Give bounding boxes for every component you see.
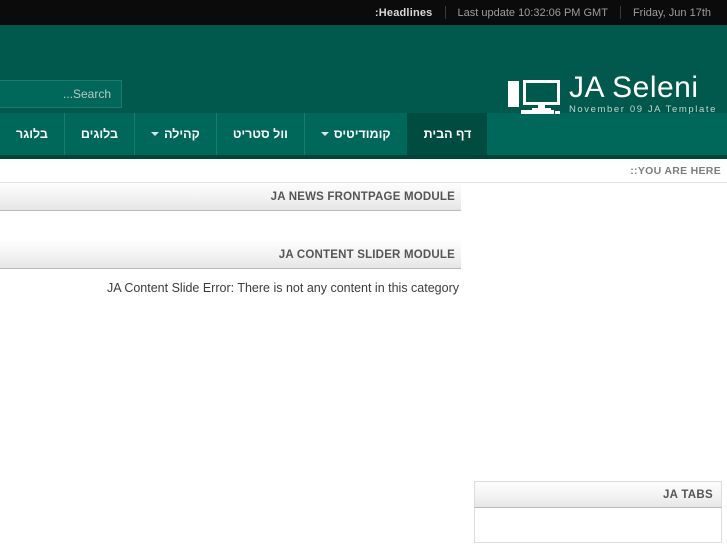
module-body <box>0 211 461 233</box>
headlines-label: :Headlines <box>374 6 433 19</box>
chevron-down-icon <box>320 132 329 136</box>
nav-item-3[interactable]: קהילה <box>134 113 216 155</box>
last-update-label: Last update 10:32:06 PM GMT <box>457 6 608 19</box>
breadcrumb: ::YOU ARE HERE <box>630 164 721 177</box>
module-header: JA NEWS FRONTPAGE MODULE <box>0 183 461 211</box>
logo-tagline: November 09 JA Template <box>568 104 717 115</box>
chevron-down-icon <box>151 132 160 136</box>
nav-item-label: דף הבית <box>423 127 472 141</box>
module-ja-content-slider: JA CONTENT SLIDER MODULE JA Content Slid… <box>0 241 461 305</box>
nav-item-4[interactable]: בלוגים <box>63 113 134 155</box>
search-box[interactable] <box>0 80 122 108</box>
top-bar-inner: :Headlines Last update 10:32:06 PM GMT F… <box>363 0 713 25</box>
module-body: JA Content Slide Error: There is not any… <box>0 269 461 305</box>
current-date-label: Friday, Jun 17th <box>632 6 711 19</box>
content-slider-error-text: JA Content Slide Error: There is not any… <box>106 281 459 295</box>
ja-tabs-header: JA TABS <box>474 481 722 508</box>
logo-title: JA Seleni <box>568 71 699 104</box>
nav-item-label: קומודיטיס <box>333 127 391 141</box>
nav-item-5[interactable]: בלוגר <box>0 113 64 155</box>
site-header: JA Seleni November 09 JA Template <box>0 25 727 115</box>
logo-text-block: JA Seleni November 09 JA Template <box>569 73 717 117</box>
module-ja-tabs: JA TABS <box>474 481 722 543</box>
module-title: JA CONTENT SLIDER MODULE <box>278 248 455 261</box>
search-input[interactable] <box>0 87 115 101</box>
nav-item-label: בלוגר <box>16 127 48 141</box>
main-navigation[interactable]: דף הבית קומודיטיס וול סטריט קהילה בלוגים בלוג… <box>0 113 727 155</box>
nav-item-label: וול סטריט <box>232 127 288 141</box>
nav-item-0[interactable]: דף הבית <box>406 113 488 155</box>
module-ja-news-frontpage: JA NEWS FRONTPAGE MODULE <box>0 183 461 233</box>
ja-tabs-body[interactable] <box>474 508 722 543</box>
module-title: JA NEWS FRONTPAGE MODULE <box>270 190 455 203</box>
nav-item-label: בלוגים <box>80 127 119 141</box>
nav-item-2[interactable]: וול סטריט <box>215 113 304 155</box>
nav-item-label: קהילה <box>164 127 200 141</box>
top-bar: :Headlines Last update 10:32:06 PM GMT F… <box>0 0 727 25</box>
module-header: JA CONTENT SLIDER MODULE <box>0 241 461 269</box>
module-body-text <box>0 211 461 233</box>
desktop-computer-icon <box>507 79 563 115</box>
breadcrumb-bar: ::YOU ARE HERE <box>0 159 727 183</box>
ja-tabs-title: JA TABS <box>662 488 713 501</box>
site-logo[interactable]: JA Seleni November 09 JA Template <box>507 73 717 117</box>
nav-item-1[interactable]: קומודיטיס <box>303 113 407 155</box>
